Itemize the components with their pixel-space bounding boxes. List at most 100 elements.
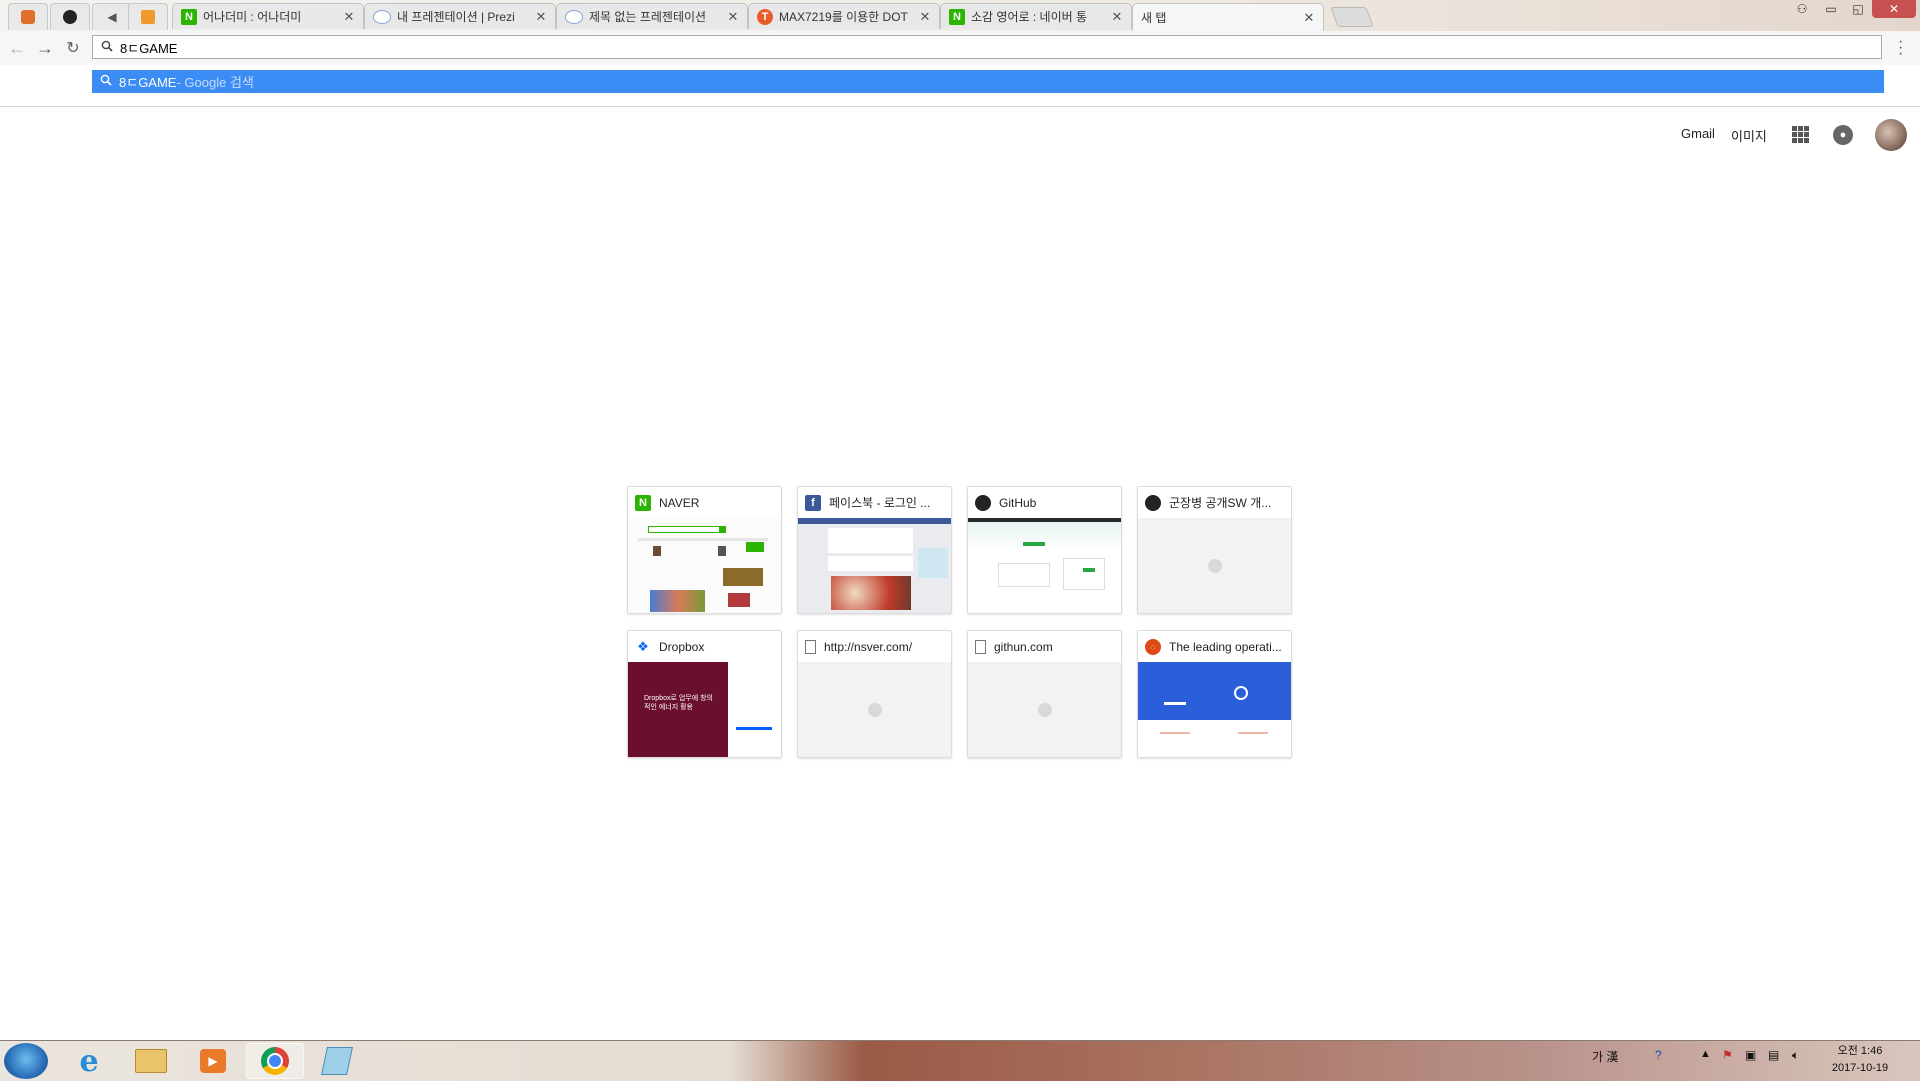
back-button[interactable]: ← bbox=[6, 37, 28, 59]
chrome-icon bbox=[261, 1047, 289, 1075]
taskbar-ie-button[interactable]: e bbox=[60, 1043, 118, 1079]
clock-date: 2017-10-19 bbox=[1831, 1062, 1889, 1074]
pinned-tab-github[interactable] bbox=[50, 3, 90, 30]
apps-grid-icon[interactable] bbox=[1792, 126, 1809, 143]
tile-naver[interactable]: N NAVER bbox=[627, 486, 782, 614]
tile-facebook[interactable]: f 페이스북 - 로그인 ... bbox=[797, 486, 952, 614]
tile-thumbnail bbox=[628, 518, 781, 613]
suggestion-hint: - Google 검색 bbox=[176, 75, 254, 90]
menu-icon[interactable]: · · · bbox=[1898, 34, 1903, 62]
search-icon bbox=[100, 74, 112, 89]
search-icon bbox=[101, 40, 113, 55]
taskbar: e ▶ bbox=[0, 1040, 1920, 1081]
tile-nsver[interactable]: http://nsver.com/ bbox=[797, 630, 952, 758]
help-icon[interactable]: ? bbox=[1655, 1048, 1662, 1062]
close-icon[interactable]: ✕ bbox=[727, 9, 739, 25]
network-icon[interactable]: ▤ bbox=[1768, 1048, 1779, 1062]
tile-thumbnail-placeholder bbox=[1138, 518, 1291, 613]
dropbox-thumb-text: Dropbox로 업무에 창의적인 에너지 활용 bbox=[644, 695, 713, 711]
suggestion-row[interactable]: 8ㄷGAME - Google 검색 bbox=[92, 70, 1884, 93]
start-button[interactable] bbox=[4, 1043, 48, 1079]
volume-icon[interactable]: 🔈︎ bbox=[1792, 1048, 1799, 1063]
tile-title: GitHub bbox=[999, 495, 1037, 510]
naver-icon: N bbox=[949, 8, 965, 25]
profile-icon[interactable]: ⚇ bbox=[1790, 0, 1814, 18]
dropbox-icon: ❖ bbox=[637, 638, 649, 654]
github-icon bbox=[1145, 494, 1161, 511]
tab-2[interactable]: 내 프레젠테이션 | Prezi ✕ bbox=[364, 3, 556, 29]
tile-github[interactable]: GitHub bbox=[967, 486, 1122, 614]
avatar[interactable] bbox=[1875, 119, 1907, 151]
close-icon[interactable]: ✕ bbox=[1111, 9, 1123, 25]
clock[interactable]: 오전 1:46 2017-10-19 bbox=[1820, 1043, 1900, 1077]
tile-title: The leading operati... bbox=[1169, 639, 1282, 654]
tab-3[interactable]: 제목 없는 프레젠테이션 ✕ bbox=[556, 3, 748, 29]
taskbar-explorer-button[interactable] bbox=[122, 1043, 180, 1079]
notepad-icon bbox=[321, 1047, 353, 1075]
tab-title: 소감 영어로 : 네이버 통 bbox=[971, 10, 1088, 24]
tile-title: NAVER bbox=[659, 495, 700, 510]
tab-strip: ◀ N 어나더미 : 어나더미 ✕ 내 프레젠테이션 | Prezi ✕ 제목 … bbox=[0, 0, 1920, 31]
tab-title: 새 탭 bbox=[1141, 11, 1167, 25]
pinned-tab-speaker[interactable]: ◀ bbox=[92, 3, 132, 30]
orange-square-icon bbox=[141, 10, 155, 24]
tile-thumbnail-placeholder bbox=[798, 662, 951, 757]
tile-github-military[interactable]: 군장병 공개SW 개... bbox=[1137, 486, 1292, 614]
tile-title: 페이스북 - 로그인 ... bbox=[829, 496, 931, 510]
tile-title: 군장병 공개SW 개... bbox=[1169, 496, 1272, 510]
page-icon bbox=[805, 639, 816, 654]
omnibox-text: 8ㄷGAME bbox=[120, 40, 178, 56]
github-icon bbox=[63, 10, 77, 24]
tile-thumbnail bbox=[1138, 662, 1291, 757]
tab-title: 제목 없는 프레젠테이션 bbox=[589, 10, 707, 24]
tile-thumbnail bbox=[968, 518, 1121, 613]
ime-indicator[interactable]: 가 漢 bbox=[1592, 1048, 1618, 1065]
close-icon[interactable]: ✕ bbox=[919, 9, 931, 25]
close-icon[interactable]: ✕ bbox=[343, 9, 355, 25]
explorer-icon bbox=[135, 1049, 167, 1073]
gmail-link[interactable]: Gmail bbox=[1681, 126, 1715, 141]
tray-expand-icon[interactable]: ▲ bbox=[1700, 1048, 1711, 1060]
taskbar-chrome-button[interactable] bbox=[246, 1043, 304, 1079]
tab-4[interactable]: T MAX7219를 이용한 DOT ✕ bbox=[748, 3, 940, 29]
suggestion-query: 8ㄷGAME bbox=[119, 75, 177, 90]
new-tab-button[interactable] bbox=[1330, 7, 1374, 27]
tile-thumbnail-placeholder bbox=[968, 662, 1121, 757]
tab-new-tab-active[interactable]: 새 탭 ✕ bbox=[1132, 3, 1324, 31]
close-icon[interactable]: ✕ bbox=[535, 9, 547, 25]
tab-1[interactable]: N 어나더미 : 어나더미 ✕ bbox=[172, 3, 364, 29]
clock-time: 오전 1:46 bbox=[1837, 1045, 1883, 1057]
action-center-icon[interactable]: ⚑ bbox=[1722, 1048, 1733, 1062]
tile-githun[interactable]: githun.com bbox=[967, 630, 1122, 758]
ubuntu-icon: ◌ bbox=[1145, 638, 1161, 655]
notifications-bell-icon[interactable]: ● bbox=[1833, 125, 1853, 145]
close-window-button[interactable]: ✕ bbox=[1872, 0, 1916, 18]
forward-button[interactable]: → bbox=[34, 37, 56, 59]
media-player-icon: ▶ bbox=[200, 1049, 226, 1073]
maximize-button[interactable]: ◱ bbox=[1845, 0, 1871, 18]
tab-5[interactable]: N 소감 영어로 : 네이버 통 ✕ bbox=[940, 3, 1132, 29]
speaker-icon: ◀ bbox=[107, 10, 117, 24]
usb-icon[interactable]: ▣ bbox=[1745, 1048, 1756, 1062]
tile-ubuntu[interactable]: ◌ The leading operati... bbox=[1137, 630, 1292, 758]
tile-dropbox[interactable]: ❖ Dropbox Dropbox로 업무에 창의적인 에너지 활용 bbox=[627, 630, 782, 758]
reload-button[interactable]: ↻ bbox=[62, 37, 84, 59]
naver-icon: N bbox=[635, 494, 651, 511]
minimize-button[interactable]: ▭ bbox=[1818, 0, 1844, 18]
taskbar-media-player-button[interactable]: ▶ bbox=[184, 1043, 242, 1079]
tab-title: 내 프레젠테이션 | Prezi bbox=[397, 10, 515, 24]
ie-icon: e bbox=[79, 1043, 99, 1079]
github-icon bbox=[975, 494, 991, 511]
tile-title: githun.com bbox=[994, 639, 1053, 654]
pinned-tab-orange[interactable] bbox=[128, 3, 168, 30]
globe-icon bbox=[373, 9, 391, 24]
images-link[interactable]: 이미지 bbox=[1731, 126, 1767, 145]
pinned-tab-fox[interactable] bbox=[8, 3, 48, 30]
taskbar-notepad-button[interactable] bbox=[308, 1043, 366, 1079]
omnibox[interactable]: 8ㄷGAME bbox=[92, 35, 1882, 59]
fox-icon bbox=[21, 10, 35, 24]
tile-thumbnail bbox=[798, 518, 951, 613]
close-icon[interactable]: ✕ bbox=[1303, 10, 1315, 26]
tistory-icon: T bbox=[757, 8, 773, 25]
tile-title: http://nsver.com/ bbox=[824, 639, 913, 654]
